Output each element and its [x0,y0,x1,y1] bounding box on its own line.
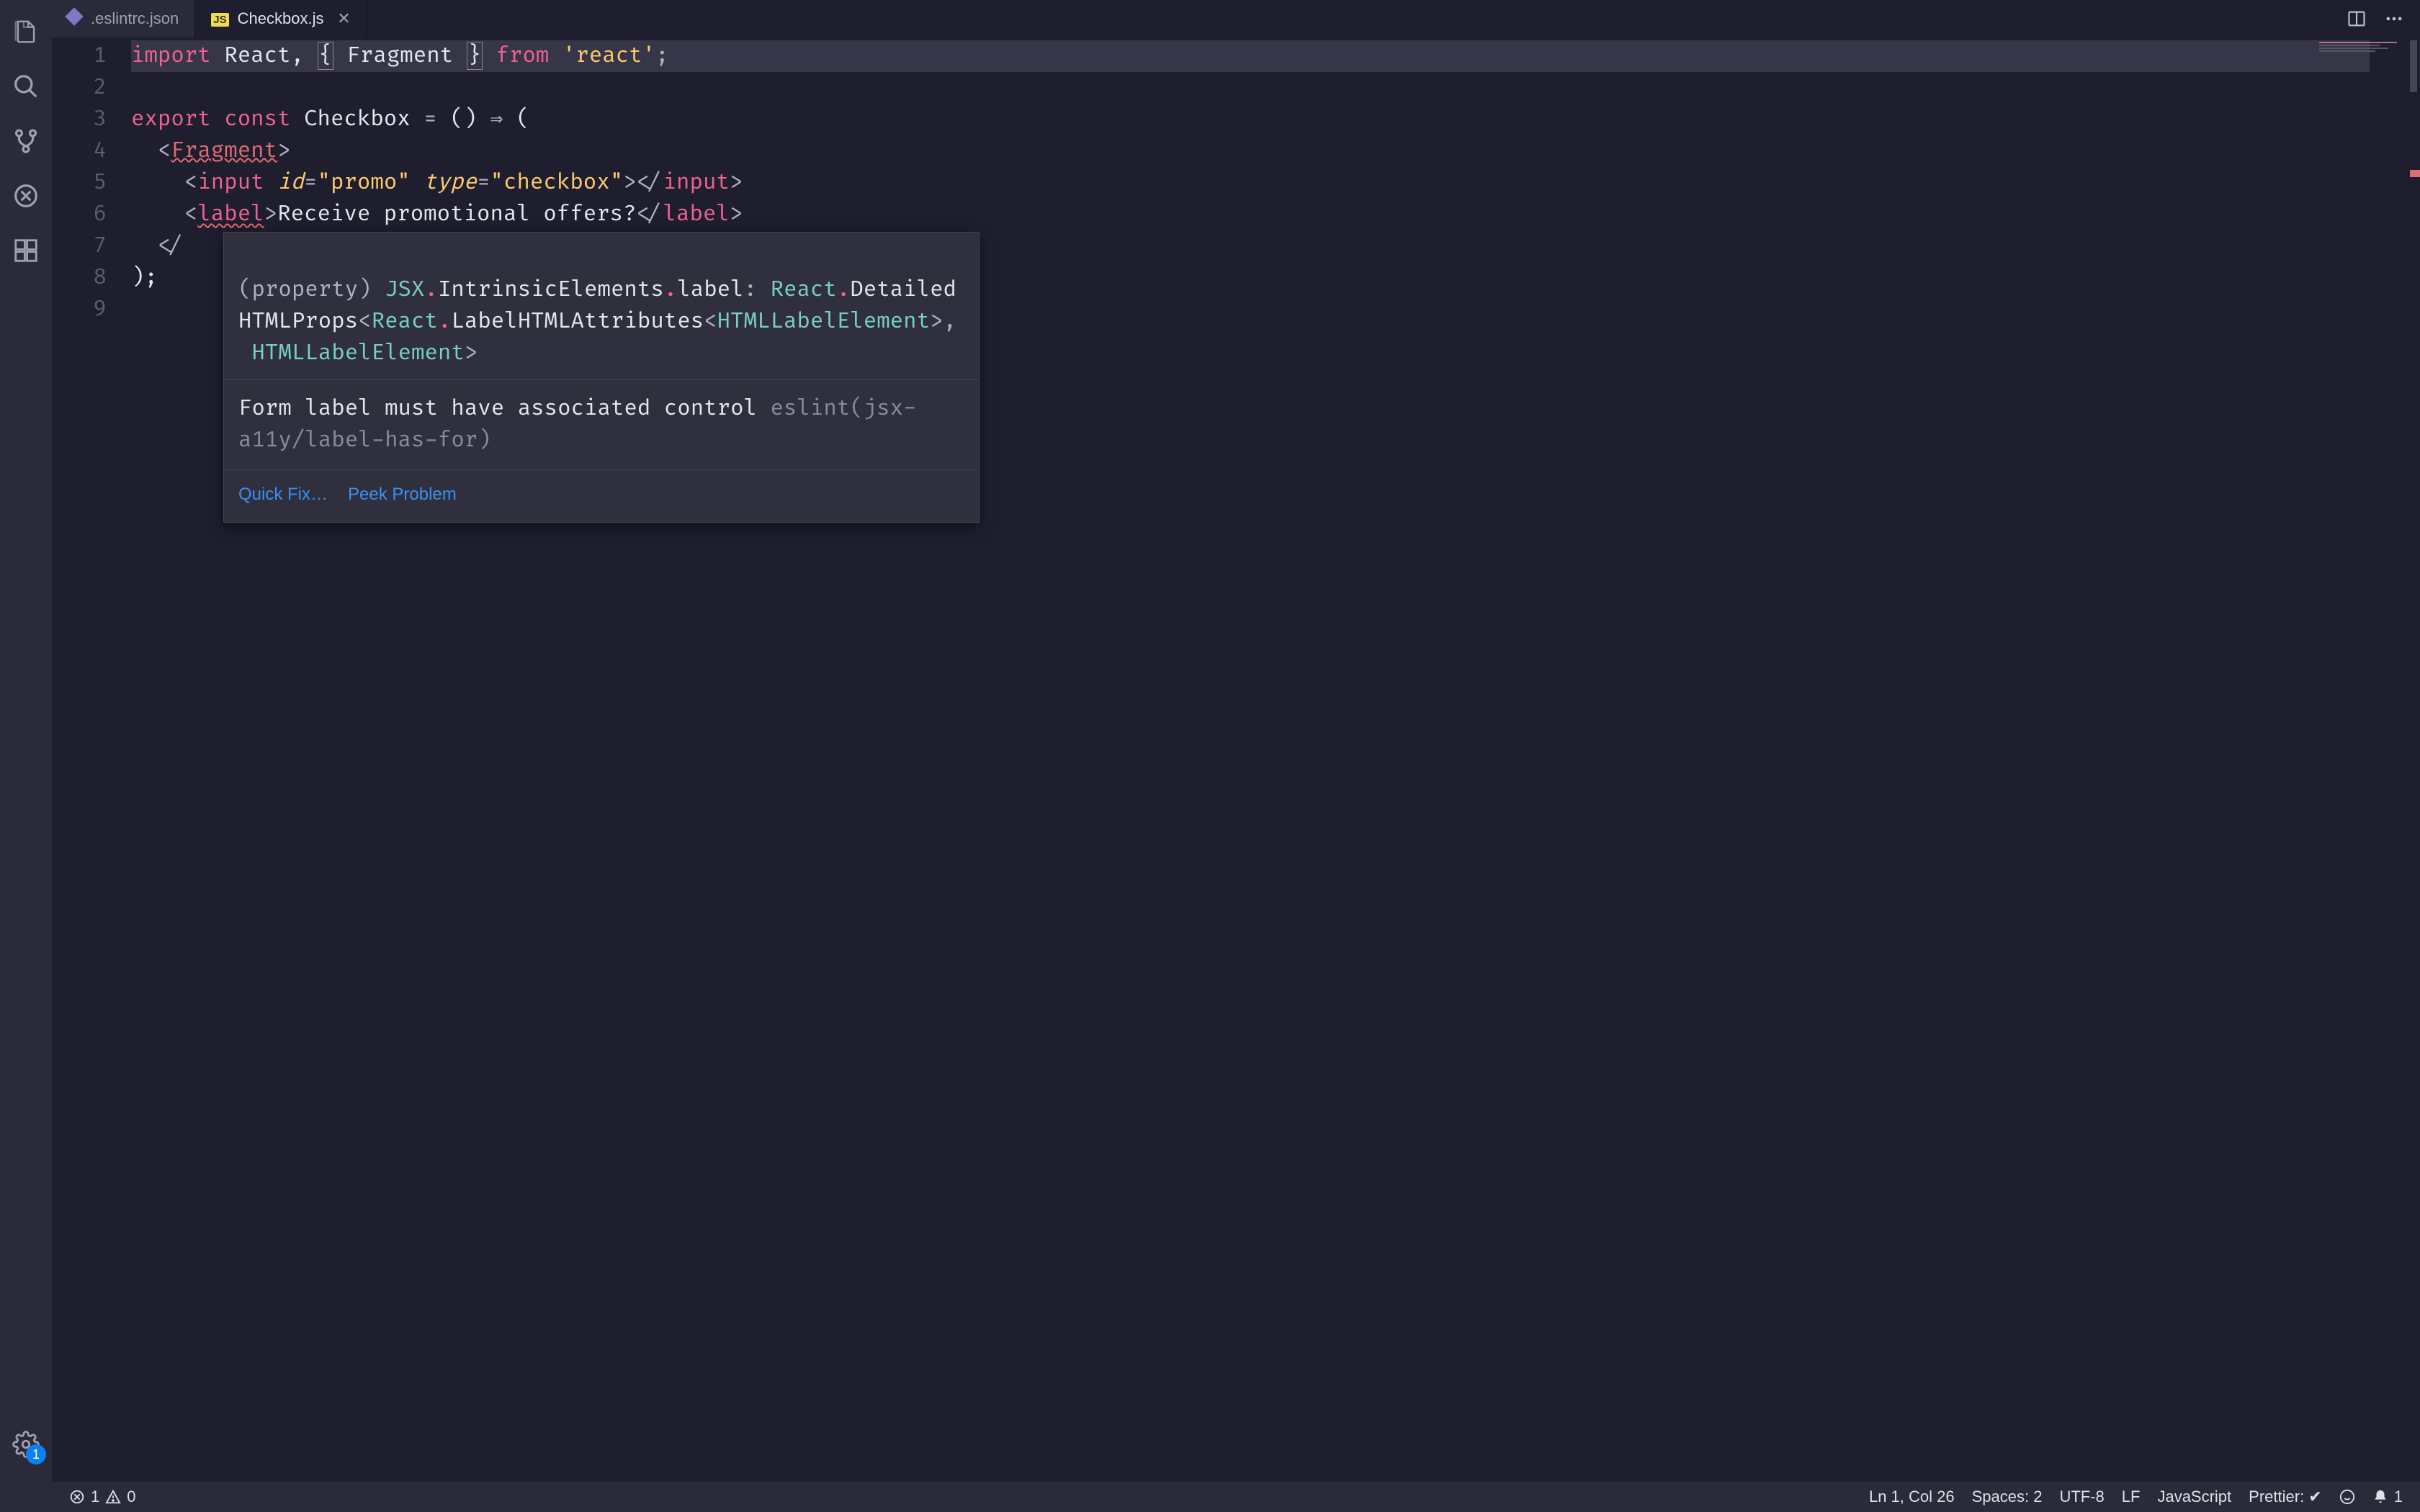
hover-message: Form label must have associated control … [224,380,979,470]
gutter: 1 2 3 4 5 6 7 8 9 [52,37,131,1482]
error-marker-icon[interactable] [2410,170,2420,177]
app-root: 1 .eslintrc.json JS Checkbox.js ✕ [0,0,2420,1512]
tab-label: Checkbox.js [238,9,324,28]
split-editor-icon[interactable] [2345,7,2368,30]
peek-problem-link[interactable]: Peek Problem [348,479,457,510]
tab-actions [2345,0,2420,37]
line-number: 5 [52,167,131,199]
line-number: 8 [52,262,131,294]
code-line: export const Checkbox = () ⇒ ( [131,104,2420,135]
settings-gear-icon[interactable]: 1 [9,1427,43,1462]
line-number: 4 [52,135,131,167]
hover-tooltip: (property) JSX.IntrinsicElements.label: … [223,232,980,523]
hover-signature: (property) JSX.IntrinsicElements.label: … [224,233,979,380]
feedback-icon[interactable] [2335,1489,2360,1505]
line-number: 7 [52,230,131,262]
minimap-icon [2319,42,2406,53]
overview-ruler[interactable] [2371,40,2420,1482]
code-line: <label>Receive promotional offers?</labe… [131,199,2420,230]
debug-icon[interactable] [9,179,43,213]
warning-count: 0 [127,1488,135,1506]
eslint-icon [68,10,82,27]
code-line: import React, { Fragment } from 'react'; [131,40,2420,72]
search-icon[interactable] [9,69,43,104]
quick-fix-link[interactable]: Quick Fix… [238,479,328,510]
source-control-icon[interactable] [9,124,43,158]
js-icon: JS [211,11,228,27]
indentation-status[interactable]: Spaces: 2 [1968,1488,2047,1506]
hover-actions: Quick Fix… Peek Problem [224,470,979,522]
status-bar: 1 0 Ln 1, Col 26 Spaces: 2 UTF-8 LF Java… [52,1482,2420,1512]
explorer-icon[interactable] [9,14,43,49]
line-number: 1 [52,40,131,72]
code-body[interactable]: import React, { Fragment } from 'react';… [131,37,2420,1482]
scrollbar-thumb[interactable] [2410,40,2417,92]
main-area: .eslintrc.json JS Checkbox.js ✕ 1 2 [52,0,2420,1512]
activity-bar: 1 [0,0,52,1512]
cursor-position[interactable]: Ln 1, Col 26 [1865,1488,1959,1506]
extensions-icon[interactable] [9,233,43,268]
line-number: 2 [52,72,131,104]
tab-label: .eslintrc.json [91,9,179,28]
editor[interactable]: 1 2 3 4 5 6 7 8 9 import React, { Fragme… [52,37,2420,1482]
tab-bar: .eslintrc.json JS Checkbox.js ✕ [52,0,2420,37]
line-number: 6 [52,199,131,230]
line-number: 3 [52,104,131,135]
prettier-status[interactable]: Prettier: ✔ [2244,1488,2326,1506]
notifications-bell[interactable]: 1 [2368,1488,2407,1506]
encoding-status[interactable]: UTF-8 [2055,1488,2108,1506]
tab-checkbox-js[interactable]: JS Checkbox.js ✕ [195,0,367,37]
notification-count: 1 [2394,1488,2403,1506]
settings-badge: 1 [26,1444,46,1464]
error-count: 1 [91,1488,99,1506]
code-line: <input id="promo" type="checkbox"></inpu… [131,167,2420,199]
language-mode[interactable]: JavaScript [2153,1488,2236,1506]
line-number: 9 [52,294,131,325]
close-icon[interactable]: ✕ [336,9,351,28]
eol-status[interactable]: LF [2118,1488,2145,1506]
problems-indicator[interactable]: 1 0 [65,1488,140,1506]
code-line: <Fragment> [131,135,2420,167]
tab-eslintrc[interactable]: .eslintrc.json [52,0,195,37]
code-line [131,72,2420,104]
more-icon[interactable] [2383,7,2406,30]
